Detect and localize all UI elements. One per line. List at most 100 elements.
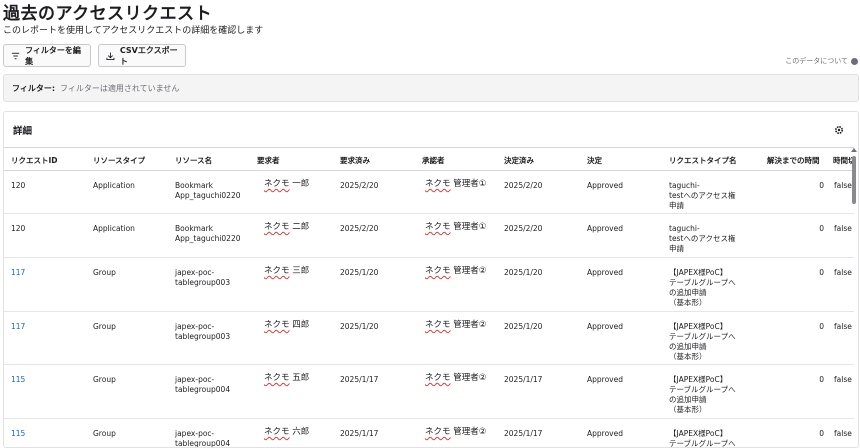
resource-type-cell: Group bbox=[93, 429, 116, 438]
request-id-cell[interactable]: 115 bbox=[11, 375, 25, 385]
table-row[interactable]: 117 Group japex-poc-tablegroup003 ネクモ 三郎 202… bbox=[4, 258, 854, 312]
resource-name-cell-line: App_taguchi0220 bbox=[175, 191, 241, 200]
requested-date-cell: 2025/2/20 bbox=[340, 224, 379, 233]
requested-date-cell: 2025/1/20 bbox=[340, 322, 379, 331]
requester-cell-surname: ネクモ bbox=[264, 427, 290, 437]
details-panel: 詳細 リクエストID リソースタイプ リソース名 要求者 要求済み 承認者 決定… bbox=[3, 111, 859, 448]
request-type-cell: taguchi-testへのアクセス権 申請 bbox=[669, 181, 736, 211]
resolution-time-cell: 0 bbox=[819, 268, 824, 277]
request-id-cell[interactable]: 115 bbox=[11, 429, 25, 439]
request-type-cell-line: の追加申請 bbox=[669, 288, 707, 297]
page-title: 過去のアクセスリクエスト bbox=[3, 4, 213, 24]
requester-cell-given: 三郎 bbox=[292, 266, 310, 276]
resource-name-cell-line: japex-poc- bbox=[175, 268, 215, 277]
request-type-cell-line: 【JAPEX様PoC】 bbox=[669, 429, 728, 438]
column-header-request-id[interactable]: リクエストID bbox=[11, 155, 58, 166]
details-table: リクエストID リソースタイプ リソース名 要求者 要求済み 承認者 決定済み … bbox=[4, 147, 854, 447]
decided-date-cell: 2025/1/17 bbox=[504, 375, 543, 384]
requester-cell-surname: ネクモ bbox=[264, 222, 290, 232]
requester-cell: ネクモ 一郎 bbox=[264, 179, 309, 189]
requester-cell-surname: ネクモ bbox=[264, 320, 290, 330]
resource-name-cell-line: japex-poc- bbox=[175, 429, 215, 438]
column-header-decided[interactable]: 決定済み bbox=[504, 155, 534, 166]
decided-date-cell: 2025/2/20 bbox=[504, 181, 543, 190]
request-type-cell-line: 【JAPEX様PoC】 bbox=[669, 322, 728, 331]
column-header-resolution-time[interactable]: 解決までの時間 bbox=[767, 155, 820, 166]
scrollbar-thumb[interactable] bbox=[852, 156, 856, 204]
request-type-cell-line: testへのアクセス権 bbox=[669, 234, 736, 243]
request-type-cell-line: 申請 bbox=[669, 244, 684, 253]
requester-cell-surname: ネクモ bbox=[264, 373, 290, 383]
table-row[interactable]: 115 Group japex-poc-tablegroup004 ネクモ 五郎 202… bbox=[4, 365, 854, 419]
column-header-resource-name[interactable]: リソース名 bbox=[175, 155, 212, 166]
approver-cell-given: 管理者① bbox=[453, 179, 487, 189]
column-header-approver[interactable]: 承認者 bbox=[422, 155, 445, 166]
approver-cell-given: 管理者② bbox=[453, 427, 487, 437]
requester-cell-surname: ネクモ bbox=[264, 179, 290, 189]
resolution-time-cell: 0 bbox=[819, 429, 824, 438]
decided-date-cell: 2025/1/20 bbox=[504, 322, 543, 331]
csv-export-label: CSVエクスポート bbox=[119, 45, 178, 66]
request-type-cell-line: テーブルグループへ bbox=[669, 385, 736, 394]
table-scrollbar[interactable] bbox=[850, 148, 858, 447]
resource-name-cell-line: tablegroup003 bbox=[175, 278, 231, 287]
column-header-request-type[interactable]: リクエストタイプ名 bbox=[669, 155, 737, 166]
decision-cell: Approved bbox=[587, 429, 623, 438]
table-row[interactable]: 115 Group japex-poc-tablegroup004 ネクモ 六郎 202… bbox=[4, 419, 854, 447]
request-type-cell-line: 【JAPEX様PoC】 bbox=[669, 268, 728, 277]
requester-cell: ネクモ 五郎 bbox=[264, 373, 309, 383]
resource-name-cell: Bookmark App_taguchi0220 bbox=[175, 224, 241, 244]
requester-cell: ネクモ 三郎 bbox=[264, 266, 309, 276]
resource-name-cell-line: japex-poc- bbox=[175, 322, 215, 331]
request-id-cell: 120 bbox=[11, 181, 26, 190]
column-header-resource-type[interactable]: リソースタイプ bbox=[93, 155, 145, 166]
resource-name-cell-line: App_taguchi0220 bbox=[175, 234, 241, 243]
resolution-time-cell: 0 bbox=[819, 375, 824, 384]
request-type-cell-line: の追加申請 bbox=[669, 395, 707, 404]
resource-type-cell: Group bbox=[93, 268, 116, 277]
request-type-cell: 【JAPEX様PoC】 テーブルグループへ の追加申請 （基本形） bbox=[669, 375, 736, 415]
requested-date-cell: 2025/1/20 bbox=[340, 268, 379, 277]
table-row[interactable]: 120 Application Bookmark App_taguchi0220 ネクモ… bbox=[4, 171, 854, 214]
edit-filter-button[interactable]: フィルターを編集 bbox=[3, 44, 91, 67]
decision-cell: Approved bbox=[587, 224, 623, 233]
requester-cell: ネクモ 二郎 bbox=[264, 222, 309, 232]
column-header-decision[interactable]: 決定 bbox=[587, 155, 602, 166]
decision-cell: Approved bbox=[587, 268, 623, 277]
requester-cell-given: 五郎 bbox=[292, 373, 310, 383]
requester-cell: ネクモ 四郎 bbox=[264, 320, 309, 330]
csv-export-button[interactable]: CSVエクスポート bbox=[98, 44, 186, 67]
resource-name-cell-line: Bookmark bbox=[175, 224, 213, 233]
filter-value: フィルターは適用されていません bbox=[60, 83, 180, 93]
resource-name-cell: japex-poc-tablegroup003 bbox=[175, 322, 230, 342]
table-row[interactable]: 120 Application Bookmark App_taguchi0220 ネクモ… bbox=[4, 214, 854, 258]
requester-cell-given: 六郎 bbox=[292, 427, 310, 437]
about-data-link[interactable]: このデータについて bbox=[785, 56, 858, 66]
request-type-cell: 【JAPEX様PoC】 テーブルグループへ bbox=[669, 429, 736, 447]
approver-cell: ネクモ 管理者② bbox=[425, 266, 486, 276]
approver-cell-surname: ネクモ bbox=[425, 373, 451, 383]
request-type-cell: taguchi-testへのアクセス権 申請 bbox=[669, 224, 736, 254]
requested-date-cell: 2025/2/20 bbox=[340, 181, 379, 190]
resource-name-cell: japex-poc-tablegroup004 bbox=[175, 429, 230, 447]
request-type-cell-line: テーブルグループへ bbox=[669, 332, 736, 341]
request-type-cell: 【JAPEX様PoC】 テーブルグループへ の追加申請 （基本形） bbox=[669, 322, 736, 362]
scroll-up-icon[interactable] bbox=[851, 148, 857, 152]
resolution-time-cell: 0 bbox=[819, 224, 824, 233]
resource-name-cell: japex-poc-tablegroup003 bbox=[175, 268, 230, 288]
decision-cell: Approved bbox=[587, 322, 623, 331]
table-row[interactable]: 117 Group japex-poc-tablegroup003 ネクモ 四郎 202… bbox=[4, 312, 854, 365]
requested-date-cell: 2025/1/17 bbox=[340, 429, 379, 438]
approver-cell-given: 管理者② bbox=[453, 373, 487, 383]
gear-icon[interactable] bbox=[834, 125, 844, 135]
approver-cell: ネクモ 管理者① bbox=[425, 222, 486, 232]
request-id-cell[interactable]: 117 bbox=[11, 322, 25, 332]
decided-date-cell: 2025/1/20 bbox=[504, 268, 543, 277]
approver-cell-surname: ネクモ bbox=[425, 222, 451, 232]
column-header-requested[interactable]: 要求済み bbox=[340, 155, 370, 166]
requester-cell: ネクモ 六郎 bbox=[264, 427, 309, 437]
column-header-requester[interactable]: 要求者 bbox=[257, 155, 280, 166]
request-id-cell[interactable]: 117 bbox=[11, 268, 25, 278]
filter-label: フィルター: bbox=[12, 83, 56, 93]
table-header: リクエストID リソースタイプ リソース名 要求者 要求済み 承認者 決定済み … bbox=[4, 147, 854, 171]
